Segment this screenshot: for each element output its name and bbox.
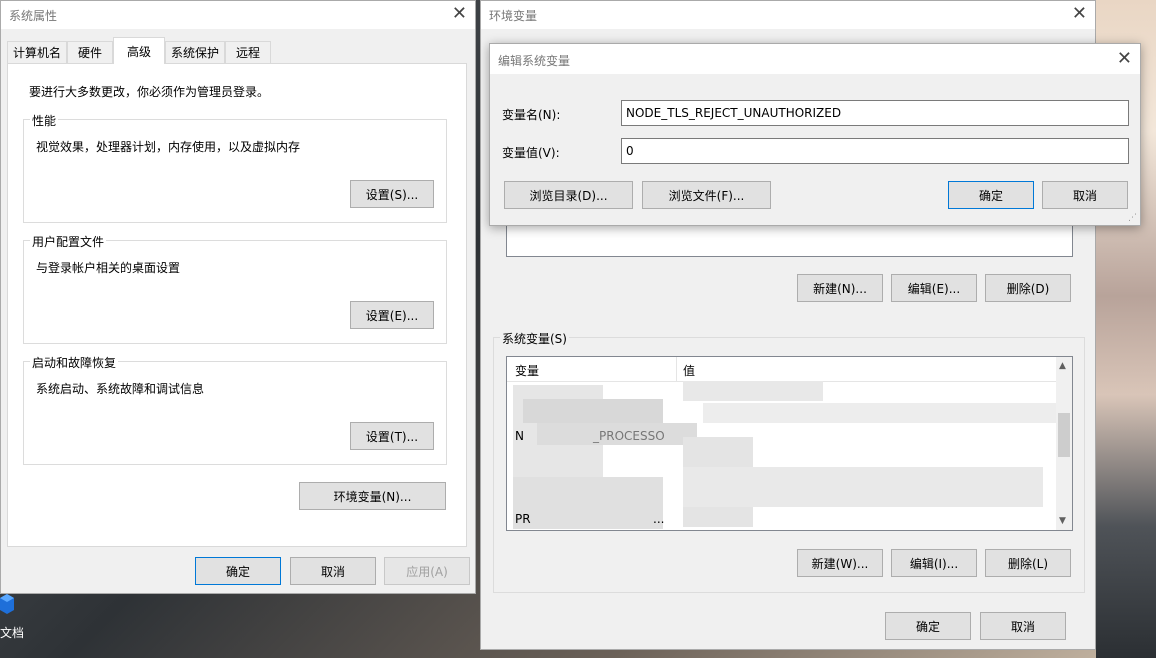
environment-variables-titlebar[interactable]: 环境变量 ✕: [481, 1, 1095, 29]
variable-name-input[interactable]: [621, 100, 1129, 126]
performance-settings-button[interactable]: 设置(S)...: [350, 180, 434, 208]
variable-value-label: 变量值(V):: [502, 146, 560, 160]
list-item-fragment[interactable]: ...: [653, 512, 1056, 530]
startup-recovery-desc: 系统启动、系统故障和调试信息: [36, 382, 205, 396]
cancel-button[interactable]: 取消: [1042, 181, 1128, 209]
apply-button[interactable]: 应用(A): [384, 557, 470, 585]
browse-directory-button[interactable]: 浏览目录(D)...: [504, 181, 633, 209]
scroll-down-icon[interactable]: ▼: [1059, 516, 1066, 526]
ok-button[interactable]: 确定: [948, 181, 1034, 209]
system-variables-list[interactable]: 变量 值 N _PROCESSO PR ... ▲ ▼: [506, 356, 1073, 531]
resize-grip-icon[interactable]: ⋰: [1128, 213, 1137, 223]
redacted-area: [683, 467, 1043, 507]
close-icon[interactable]: ✕: [1072, 3, 1087, 24]
list-header: 变量 值: [507, 357, 1056, 382]
window-title: 编辑系统变量: [498, 54, 571, 68]
system-new-button[interactable]: 新建(W)...: [797, 549, 883, 577]
performance-legend: 性能: [30, 112, 59, 129]
user-profile-desc: 与登录帐户相关的桌面设置: [36, 261, 181, 275]
admin-note: 要进行大多数更改，你必须作为管理员登录。: [29, 85, 270, 99]
scroll-thumb[interactable]: [1058, 413, 1070, 457]
system-variables-legend: 系统变量(S): [500, 330, 569, 347]
user-new-button[interactable]: 新建(N)...: [797, 274, 883, 302]
user-edit-button[interactable]: 编辑(E)...: [891, 274, 977, 302]
system-properties-titlebar[interactable]: 系统属性 ✕: [1, 1, 475, 29]
system-delete-button[interactable]: 删除(L): [985, 549, 1071, 577]
edit-system-variable-dialog: 编辑系统变量 ✕ 变量名(N): 变量值(V): 浏览目录(D)... 浏览文件…: [489, 43, 1141, 226]
column-header-value[interactable]: 值: [683, 362, 695, 379]
variable-value-input[interactable]: [621, 138, 1129, 164]
tab-system-protection[interactable]: 系统保护: [165, 41, 225, 63]
ok-button[interactable]: 确定: [195, 557, 281, 585]
tab-advanced[interactable]: 高级: [113, 37, 165, 64]
desktop-icon-label[interactable]: 文档: [0, 624, 24, 641]
cancel-button[interactable]: 取消: [980, 612, 1066, 640]
system-properties-window: 系统属性 ✕ 计算机名 硬件 高级 系统保护 远程 要进行大多数更改，你必须作为…: [0, 0, 476, 594]
performance-group: 性能 视觉效果，处理器计划，内存使用，以及虚拟内存 设置(S)...: [23, 112, 447, 223]
redacted-area: [683, 381, 823, 401]
ok-button[interactable]: 确定: [885, 612, 971, 640]
column-separator[interactable]: [676, 357, 677, 381]
close-icon[interactable]: ✕: [452, 3, 467, 24]
edit-variable-titlebar[interactable]: 编辑系统变量 ✕: [490, 44, 1140, 74]
startup-recovery-settings-button[interactable]: 设置(T)...: [350, 422, 434, 450]
user-profile-settings-button[interactable]: 设置(E)...: [350, 301, 434, 329]
browse-file-button[interactable]: 浏览文件(F)...: [642, 181, 771, 209]
user-delete-button[interactable]: 删除(D): [985, 274, 1071, 302]
environment-variables-button[interactable]: 环境变量(N)...: [299, 482, 446, 510]
window-title: 系统属性: [9, 9, 58, 23]
user-profile-legend: 用户配置文件: [30, 233, 107, 250]
startup-recovery-group: 启动和故障恢复 系统启动、系统故障和调试信息 设置(T)...: [23, 354, 447, 465]
window-title: 环境变量: [489, 9, 538, 23]
close-icon[interactable]: ✕: [1117, 48, 1132, 69]
column-header-variable[interactable]: 变量: [515, 362, 539, 379]
performance-desc: 视觉效果，处理器计划，内存使用，以及虚拟内存: [36, 140, 301, 154]
variable-name-label: 变量名(N):: [502, 108, 561, 122]
cancel-button[interactable]: 取消: [290, 557, 376, 585]
document-folder-icon[interactable]: [0, 594, 14, 614]
system-edit-button[interactable]: 编辑(I)...: [891, 549, 977, 577]
system-list-scrollbar[interactable]: ▲ ▼: [1056, 357, 1072, 530]
user-profile-group: 用户配置文件 与登录帐户相关的桌面设置 设置(E)...: [23, 233, 447, 344]
redacted-area: [703, 403, 1058, 423]
tab-remote[interactable]: 远程: [225, 41, 271, 63]
redacted-area: [523, 399, 663, 423]
startup-recovery-legend: 启动和故障恢复: [30, 354, 119, 371]
list-item-fragment[interactable]: _PROCESSO: [593, 429, 1056, 447]
tab-hardware[interactable]: 硬件: [67, 41, 113, 63]
scroll-up-icon[interactable]: ▲: [1059, 361, 1066, 371]
tab-computer-name[interactable]: 计算机名: [7, 41, 67, 63]
